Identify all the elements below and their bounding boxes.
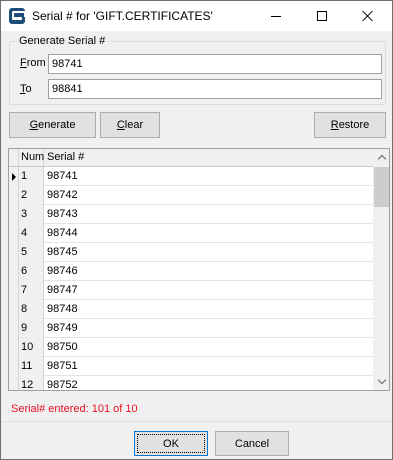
scroll-down-button[interactable] — [373, 373, 389, 390]
num-cell[interactable]: 1 — [19, 167, 44, 186]
serial-dialog: Serial # for 'GIFT.CERTIFICATES' Generat… — [0, 0, 393, 460]
row-indicator-cell[interactable] — [9, 224, 19, 243]
table-row[interactable]: 4 98744 — [9, 224, 373, 243]
serial-cell[interactable]: 98743 — [44, 205, 373, 224]
serial-cell[interactable]: 98749 — [44, 319, 373, 338]
close-icon — [362, 10, 374, 22]
row-indicator-cell[interactable] — [9, 319, 19, 338]
column-header-serial[interactable]: Serial # — [44, 149, 373, 167]
serial-grid[interactable]: Num Serial # 1 98741 2 98742 3 98743 4 98744 5 98… — [8, 148, 390, 391]
from-input[interactable] — [48, 54, 382, 74]
num-cell[interactable]: 11 — [19, 357, 44, 376]
restore-button[interactable]: Restore — [314, 112, 386, 138]
to-input[interactable] — [48, 79, 382, 99]
title-bar[interactable]: Serial # for 'GIFT.CERTIFICATES' — [1, 1, 392, 31]
num-cell[interactable]: 9 — [19, 319, 44, 338]
row-indicator-cell[interactable] — [9, 243, 19, 262]
num-cell[interactable]: 6 — [19, 262, 44, 281]
serial-cell[interactable]: 98750 — [44, 338, 373, 357]
row-indicator-cell[interactable] — [9, 376, 19, 390]
current-row-pointer-icon — [12, 173, 16, 181]
serial-cell[interactable]: 98745 — [44, 243, 373, 262]
table-row[interactable]: 6 98746 — [9, 262, 373, 281]
vertical-scrollbar[interactable] — [373, 149, 389, 390]
row-indicator-cell[interactable] — [9, 281, 19, 300]
row-indicator-cell[interactable] — [9, 167, 19, 186]
row-indicator-cell[interactable] — [9, 262, 19, 281]
dialog-footer: OK Cancel — [1, 421, 392, 459]
serial-cell[interactable]: 98744 — [44, 224, 373, 243]
num-cell[interactable]: 5 — [19, 243, 44, 262]
table-row[interactable]: 11 98751 — [9, 357, 373, 376]
clear-button[interactable]: Clear — [100, 112, 160, 138]
serial-cell[interactable]: 98742 — [44, 186, 373, 205]
chevron-up-icon — [377, 154, 386, 164]
status-message: Serial# entered: 101 of 10 — [11, 403, 138, 415]
from-label: From — [20, 57, 46, 69]
num-cell[interactable]: 2 — [19, 186, 44, 205]
table-row[interactable]: 9 98749 — [9, 319, 373, 338]
serial-cell[interactable]: 98746 — [44, 262, 373, 281]
serial-cell[interactable]: 98751 — [44, 357, 373, 376]
serial-cell[interactable]: 98741 — [44, 167, 373, 186]
header-indicator-cell — [9, 149, 19, 167]
table-row[interactable]: 3 98743 — [9, 205, 373, 224]
table-row[interactable]: 5 98745 — [9, 243, 373, 262]
scroll-thumb[interactable] — [374, 167, 389, 207]
row-indicator-cell[interactable] — [9, 186, 19, 205]
serial-cell[interactable]: 98752 — [44, 376, 373, 390]
num-cell[interactable]: 8 — [19, 300, 44, 319]
row-indicator-cell[interactable] — [9, 338, 19, 357]
table-row[interactable]: 8 98748 — [9, 300, 373, 319]
grid-header: Num Serial # — [9, 149, 373, 167]
table-row[interactable]: 10 98750 — [9, 338, 373, 357]
maximize-button[interactable] — [299, 1, 345, 31]
minimize-button[interactable] — [253, 1, 299, 31]
num-cell[interactable]: 12 — [19, 376, 44, 390]
to-label: To — [20, 83, 32, 95]
table-row[interactable]: 7 98747 — [9, 281, 373, 300]
grid-rows: 1 98741 2 98742 3 98743 4 98744 5 98745 6 98746 7 987… — [9, 167, 373, 390]
ok-button[interactable]: OK — [134, 431, 208, 456]
close-button[interactable] — [345, 1, 391, 31]
cancel-button[interactable]: Cancel — [215, 431, 289, 456]
table-row[interactable]: 2 98742 — [9, 186, 373, 205]
num-cell[interactable]: 3 — [19, 205, 44, 224]
chevron-down-icon — [377, 375, 386, 385]
table-row[interactable]: 12 98752 — [9, 376, 373, 390]
minimize-icon — [271, 15, 281, 17]
generate-button[interactable]: Generate — [9, 112, 96, 138]
column-header-num[interactable]: Num — [19, 149, 44, 167]
serial-cell[interactable]: 98748 — [44, 300, 373, 319]
serial-cell[interactable]: 98747 — [44, 281, 373, 300]
row-indicator-cell[interactable] — [9, 205, 19, 224]
num-cell[interactable]: 10 — [19, 338, 44, 357]
window-title: Serial # for 'GIFT.CERTIFICATES' — [32, 9, 213, 23]
scroll-up-button[interactable] — [373, 149, 389, 166]
app-icon — [9, 8, 26, 24]
maximize-icon — [317, 11, 327, 21]
table-row[interactable]: 1 98741 — [9, 167, 373, 186]
num-cell[interactable]: 4 — [19, 224, 44, 243]
row-indicator-cell[interactable] — [9, 300, 19, 319]
row-indicator-cell[interactable] — [9, 357, 19, 376]
num-cell[interactable]: 7 — [19, 281, 44, 300]
group-legend: Generate Serial # — [17, 35, 108, 47]
